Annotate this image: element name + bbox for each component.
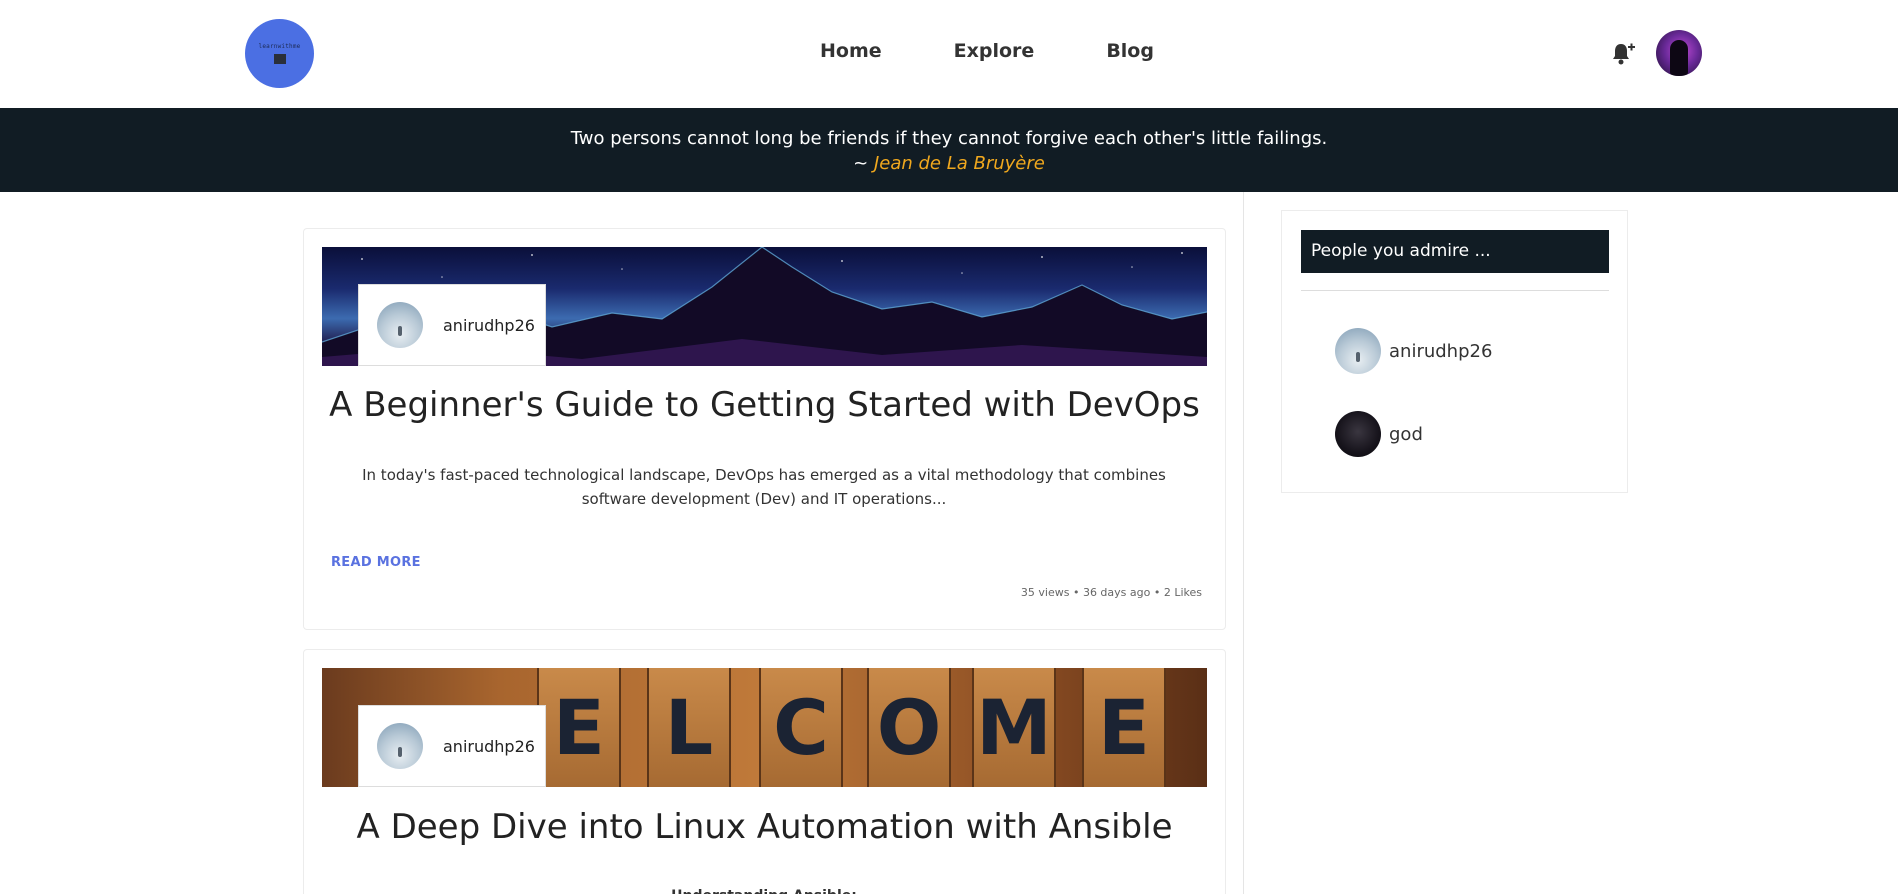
sidebar-title: People you admire ... — [1301, 230, 1609, 273]
post-cover-image[interactable]: E L C O M E anirudhp26 — [322, 668, 1207, 787]
bell-plus-icon[interactable] — [1610, 41, 1636, 67]
cover-letter-tile: E — [537, 668, 621, 787]
post-meta: 35 views • 36 days ago • 2 Likes — [1020, 586, 1202, 599]
quote-author: Jean de La Bruyère — [873, 153, 1045, 174]
read-more-link[interactable]: READ MORE — [331, 555, 421, 570]
column-divider — [1243, 192, 1244, 894]
author-name: anirudhp26 — [443, 315, 535, 335]
person-name: anirudhp26 — [1389, 340, 1493, 362]
author-badge[interactable]: anirudhp26 — [358, 705, 546, 787]
person-name: god — [1389, 423, 1423, 445]
avatar-silhouette — [1670, 40, 1688, 76]
logo-text: learnwithme — [258, 43, 301, 50]
person-avatar — [1335, 328, 1381, 374]
person-avatar — [1335, 411, 1381, 457]
cover-letter-tile: M — [972, 668, 1056, 787]
author-avatar — [377, 723, 423, 769]
quote-banner: Two persons cannot long be friends if th… — [0, 108, 1898, 192]
post-card: E L C O M E anirudhp26 A Deep Dive into … — [303, 649, 1226, 894]
quote-text: Two persons cannot long be friends if th… — [570, 128, 1328, 149]
post-cover-image[interactable]: anirudhp26 — [322, 247, 1207, 366]
author-name: anirudhp26 — [443, 736, 535, 756]
nav-blog[interactable]: Blog — [1106, 40, 1154, 62]
admired-person[interactable]: god — [1335, 411, 1423, 457]
logo-mark — [273, 54, 286, 64]
post-excerpt: In today's fast-paced technological land… — [362, 466, 1166, 508]
admired-people-panel: People you admire ... anirudhp26 god — [1281, 210, 1628, 493]
nav-home[interactable]: Home — [820, 40, 882, 62]
post-card: anirudhp26 A Beginner's Guide to Getting… — [303, 228, 1226, 630]
post-excerpt: Understanding Ansible: — [344, 884, 1184, 894]
author-badge[interactable]: anirudhp26 — [358, 284, 546, 366]
top-navbar: learnwithme Home Explore Blog — [0, 0, 1898, 108]
sidebar-divider — [1301, 290, 1609, 291]
cover-letter-tile: E — [1082, 668, 1166, 787]
author-avatar — [377, 302, 423, 348]
cover-letter-tile: C — [759, 668, 843, 787]
main-nav: Home Explore Blog — [820, 40, 1226, 62]
post-title[interactable]: A Beginner's Guide to Getting Started wi… — [322, 385, 1207, 425]
profile-avatar[interactable] — [1656, 30, 1702, 76]
admired-person[interactable]: anirudhp26 — [1335, 328, 1492, 374]
nav-explore[interactable]: Explore — [954, 40, 1035, 62]
cover-letter-tile: O — [867, 668, 951, 787]
quote-attribution: ~ Jean de La Bruyère — [0, 153, 1898, 174]
post-title[interactable]: A Deep Dive into Linux Automation with A… — [322, 807, 1207, 847]
quote-prefix: ~ — [853, 153, 874, 174]
cover-letter-tile: L — [647, 668, 731, 787]
site-logo[interactable]: learnwithme — [245, 19, 314, 88]
